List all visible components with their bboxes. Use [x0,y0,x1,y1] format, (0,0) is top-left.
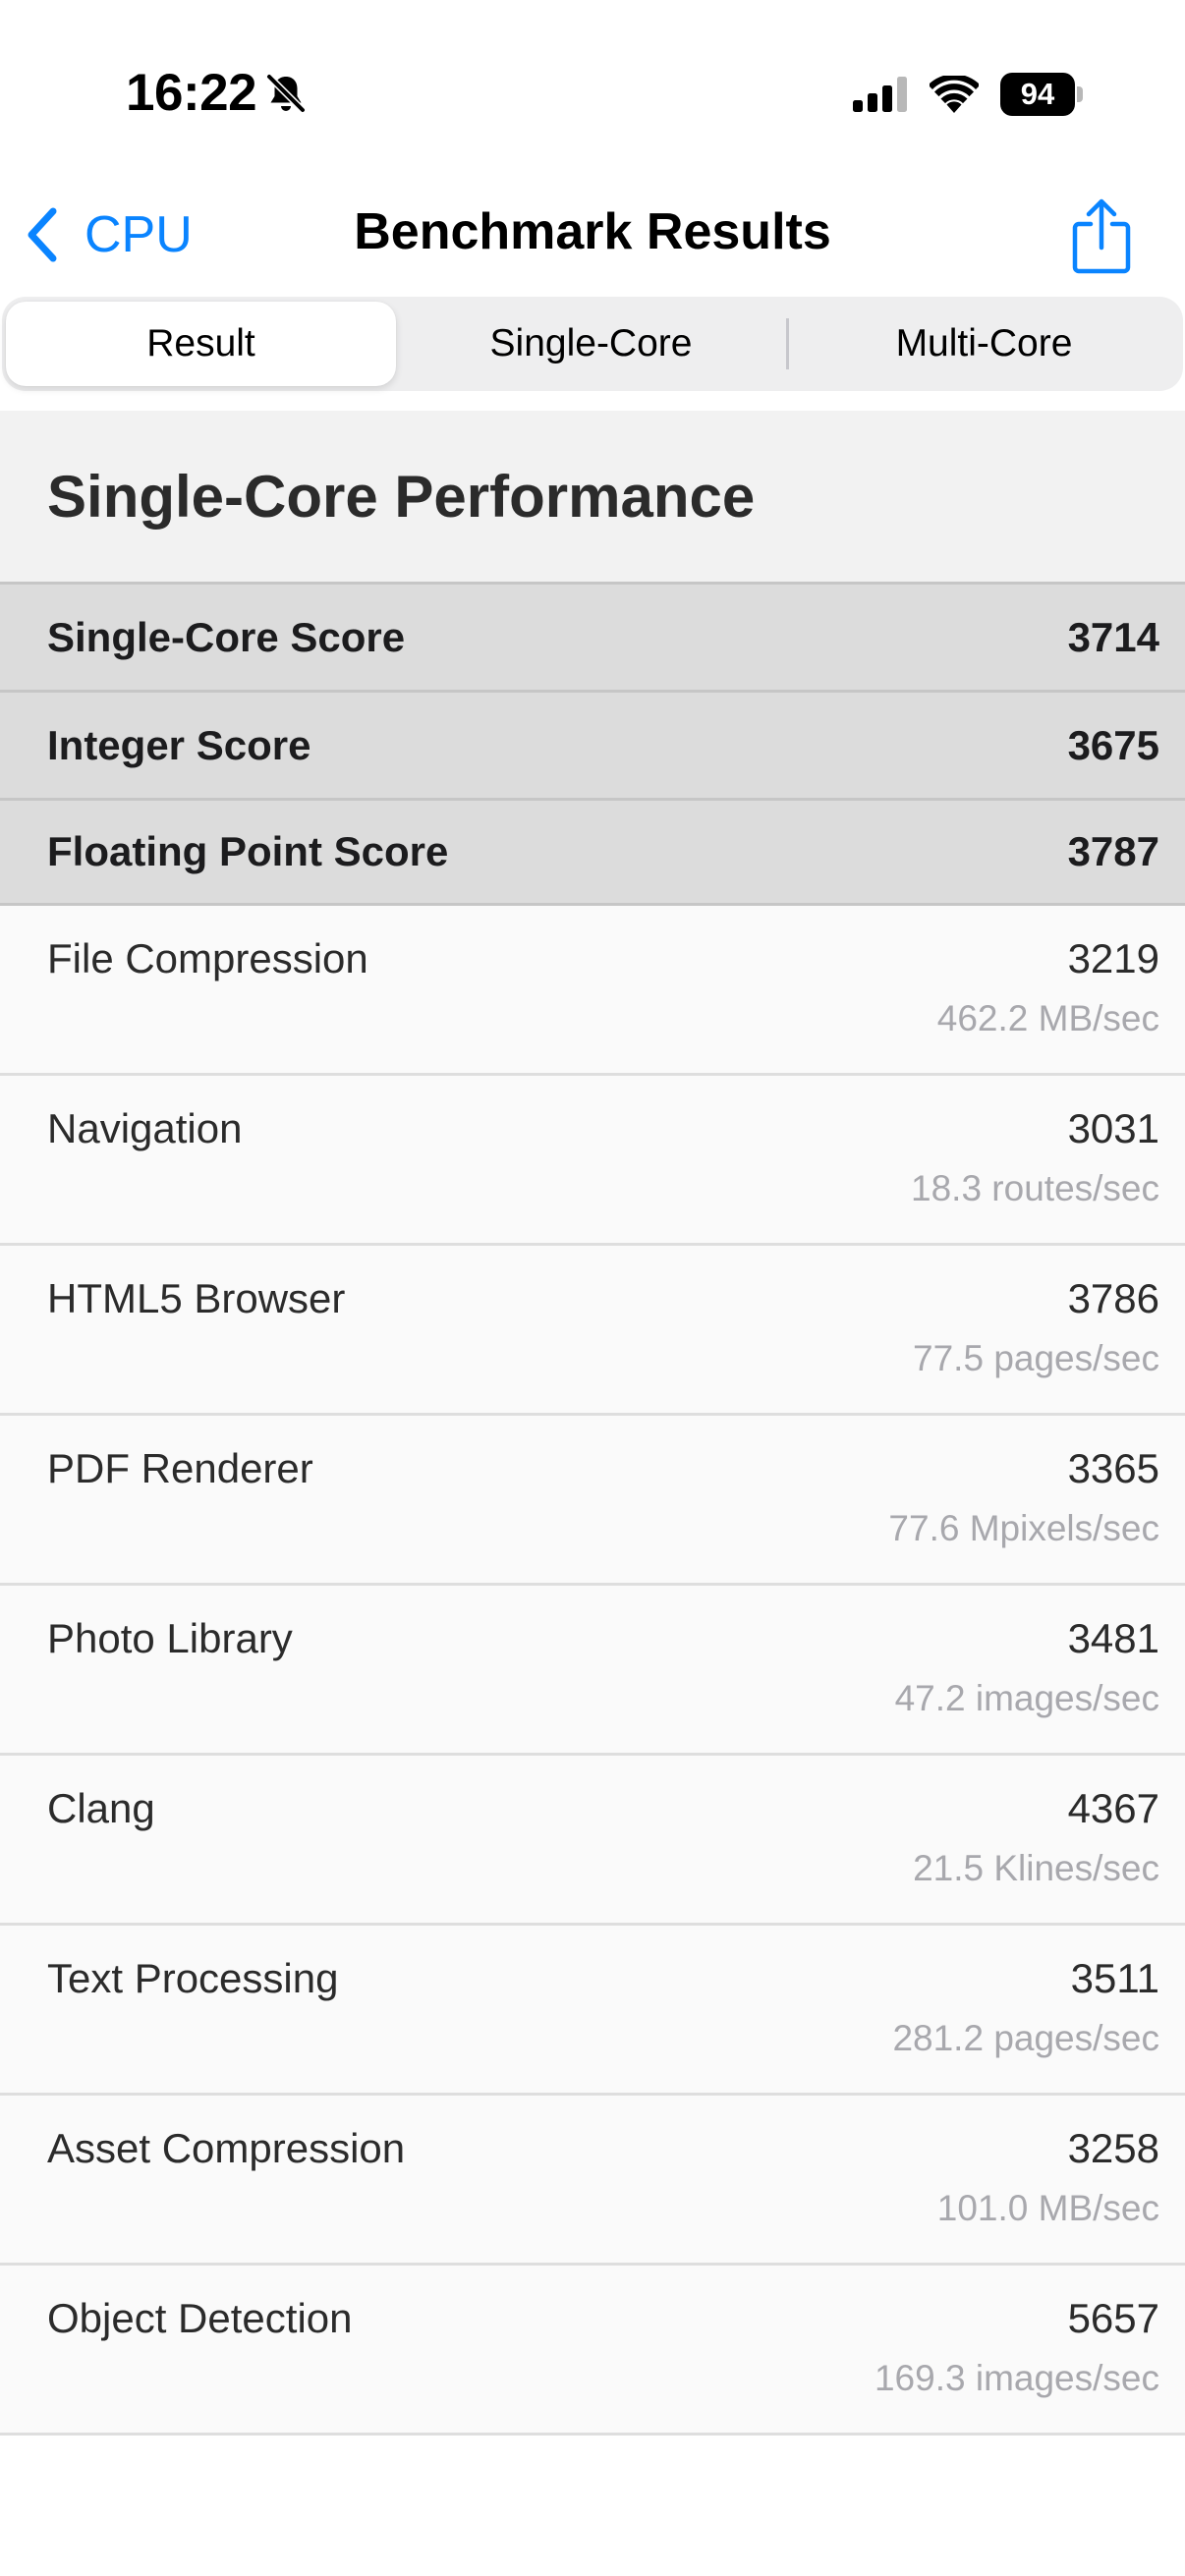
benchmark-score: 3481 [1067,1615,1159,1661]
summary-value: 3675 [1067,721,1159,768]
bell-slash-icon [265,73,307,114]
summary-label: Single-Core Score [47,613,406,660]
benchmark-rate: 101.0 MB/sec [936,2188,1159,2228]
benchmark-name: Photo Library [47,1615,293,1661]
wifi-icon [930,76,979,113]
tab-result[interactable]: Result [6,302,396,386]
benchmark-name: Navigation [47,1105,243,1151]
summary-label: Floating Point Score [47,828,449,874]
benchmark-score: 5657 [1067,2295,1159,2341]
benchmark-rate: 21.5 Klines/sec [913,1848,1159,1888]
summary-row-integer-score: Integer Score 3675 [0,690,1185,798]
benchmark-score: 3258 [1067,2125,1159,2171]
benchmark-score: 3511 [1070,1955,1159,2001]
benchmark-score: 4367 [1067,1785,1159,1831]
benchmark-rate: 462.2 MB/sec [936,998,1159,1038]
benchmark-score: 3365 [1067,1445,1159,1491]
battery-level: 94 [1000,73,1075,116]
status-time: 16:22 [126,64,257,122]
results-segmented-control: Result Single-Core Multi-Core [2,297,1183,391]
share-icon[interactable] [1069,196,1134,275]
screen: 16:22 94 CPU Benchmark Results Result Si… [0,0,1185,2576]
benchmark-row-text-processing: Text Processing 3511 281.2 pages/sec [0,1926,1185,2096]
benchmark-rate: 281.2 pages/sec [892,2018,1159,2058]
page-title: Benchmark Results [354,203,831,260]
benchmark-name: Asset Compression [47,2125,406,2171]
benchmark-name: PDF Renderer [47,1445,313,1491]
benchmark-row-pdf-renderer: PDF Renderer 3365 77.6 Mpixels/sec [0,1416,1185,1586]
summary-row-single-core-score: Single-Core Score 3714 [0,582,1185,690]
benchmark-row-navigation: Navigation 3031 18.3 routes/sec [0,1076,1185,1246]
benchmark-rate: 77.5 pages/sec [913,1338,1159,1378]
benchmark-row-object-detection: Object Detection 5657 169.3 images/sec [0,2266,1185,2436]
results-content: Single-Core Performance Single-Core Scor… [0,411,1185,2436]
summary-row-floating-point-score: Floating Point Score 3787 [0,798,1185,906]
tab-single-core[interactable]: Single-Core [396,302,786,386]
benchmark-row-asset-compression: Asset Compression 3258 101.0 MB/sec [0,2096,1185,2266]
navigation-bar: CPU Benchmark Results [0,187,1185,295]
summary-value: 3787 [1067,828,1159,874]
benchmark-score: 3031 [1067,1105,1159,1151]
benchmark-name: File Compression [47,935,368,981]
benchmark-row-clang: Clang 4367 21.5 Klines/sec [0,1756,1185,1926]
cellular-signal-icon [853,77,907,112]
benchmark-rate: 47.2 images/sec [894,1678,1159,1718]
battery-icon: 94 [1000,73,1083,116]
section-title: Single-Core Performance [0,411,1185,582]
benchmark-rate: 18.3 routes/sec [911,1168,1159,1208]
benchmark-rate: 77.6 Mpixels/sec [888,1508,1159,1548]
battery-cap [1077,86,1083,102]
benchmark-row-html5-browser: HTML5 Browser 3786 77.5 pages/sec [0,1246,1185,1416]
benchmark-row-photo-library: Photo Library 3481 47.2 images/sec [0,1586,1185,1756]
summary-label: Integer Score [47,721,311,768]
benchmark-row-file-compression: File Compression 3219 462.2 MB/sec [0,906,1185,1076]
benchmark-score: 3219 [1067,935,1159,981]
tab-multi-core[interactable]: Multi-Core [789,302,1179,386]
status-right-group: 94 [853,73,1083,116]
benchmark-name: HTML5 Browser [47,1275,346,1321]
benchmark-name: Object Detection [47,2295,353,2341]
benchmark-rate: 169.3 images/sec [874,2358,1159,2398]
benchmark-name: Text Processing [47,1955,339,2001]
benchmark-name: Clang [47,1785,155,1831]
status-bar: 16:22 94 [0,0,1185,187]
summary-value: 3714 [1067,613,1159,660]
benchmark-score: 3786 [1067,1275,1159,1321]
